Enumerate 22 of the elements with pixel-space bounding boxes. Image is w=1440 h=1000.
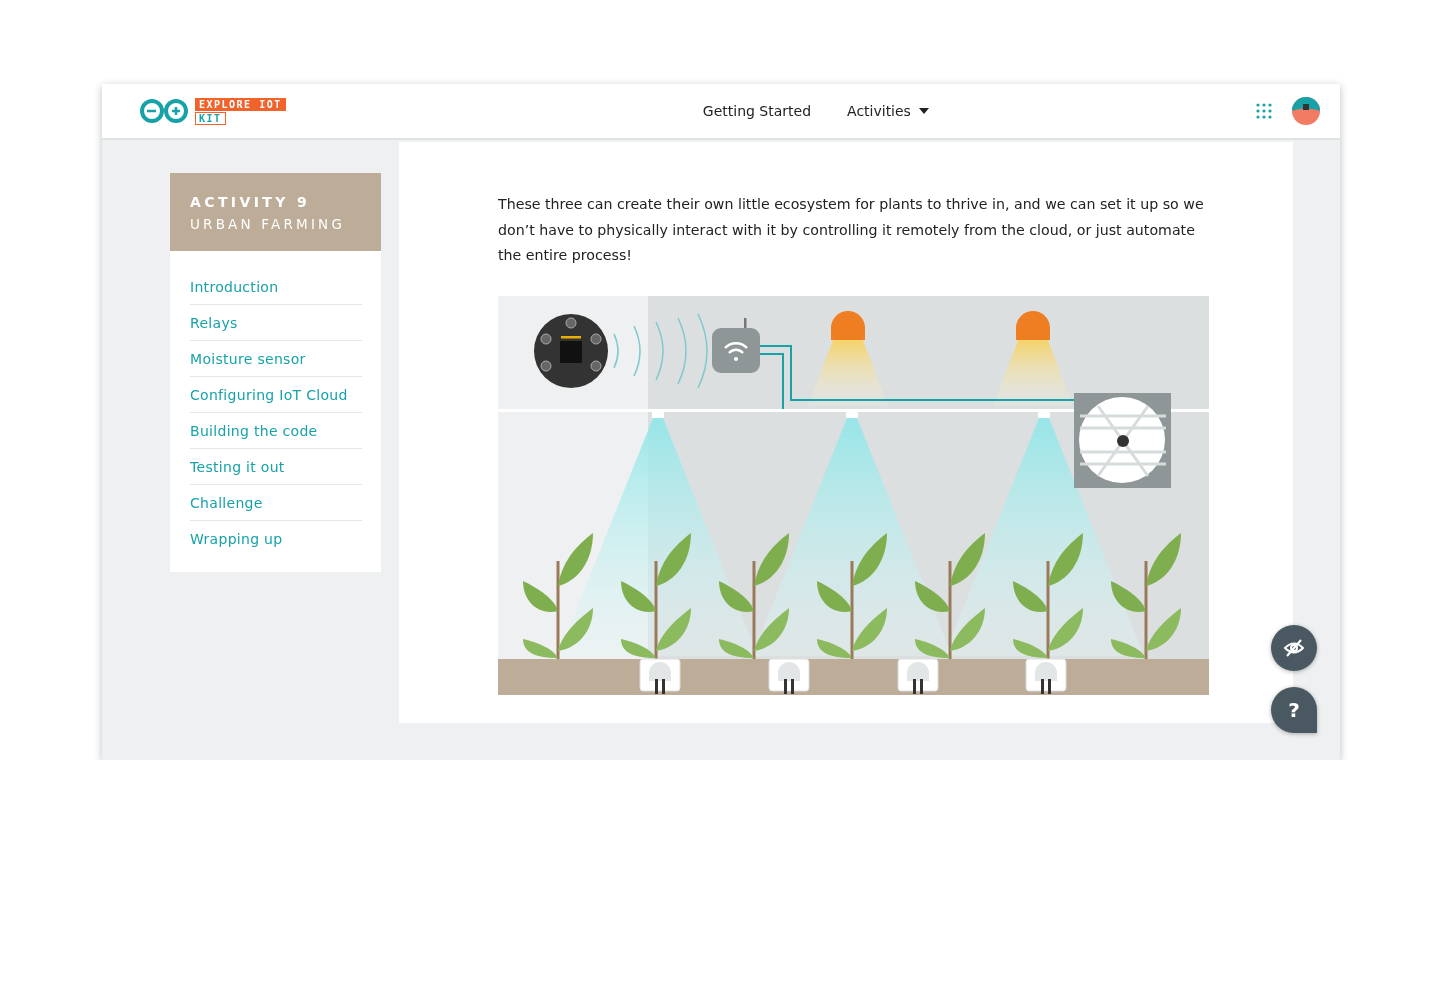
sidebar-link[interactable]: Testing it out — [190, 449, 362, 484]
activities-dropdown[interactable]: Activities — [847, 103, 929, 119]
avatar-icon[interactable] — [1292, 97, 1320, 125]
sidebar-link[interactable]: Challenge — [190, 485, 362, 520]
sidebar-link[interactable]: Configuring IoT Cloud — [190, 377, 362, 412]
hide-toggle-button[interactable] — [1271, 625, 1317, 671]
sidebar-link[interactable]: Relays — [190, 305, 362, 340]
apps-grid-icon[interactable] — [1256, 103, 1272, 119]
sidebar-link[interactable]: Wrapping up — [190, 521, 362, 556]
sidebar-link[interactable]: Introduction — [190, 269, 362, 304]
nav-link[interactable]: Getting Started — [702, 103, 812, 119]
help-button[interactable]: ? — [1271, 687, 1317, 733]
eye-slash-icon — [1283, 639, 1305, 657]
logo-icon — [139, 98, 189, 124]
activity-number: ACTIVITY 9 — [190, 193, 312, 212]
lesson-paragraph: These three can create their own little ecosystem for plants to thrive in, and we can set it up so we don’t have to physically interact with it by controlling it remotely from the cloud, or just automate the entire process! — [498, 195, 1205, 265]
activity-title: URBAN FARMING — [190, 215, 347, 234]
caret-icon — [918, 108, 929, 114]
sidebar-link[interactable]: Moisture sensor — [190, 341, 362, 376]
sidebar-link[interactable]: Building the code — [190, 413, 362, 448]
logo-badge: EXPLORE IOT — [195, 97, 286, 111]
logo-subtitle: KIT — [195, 111, 226, 125]
